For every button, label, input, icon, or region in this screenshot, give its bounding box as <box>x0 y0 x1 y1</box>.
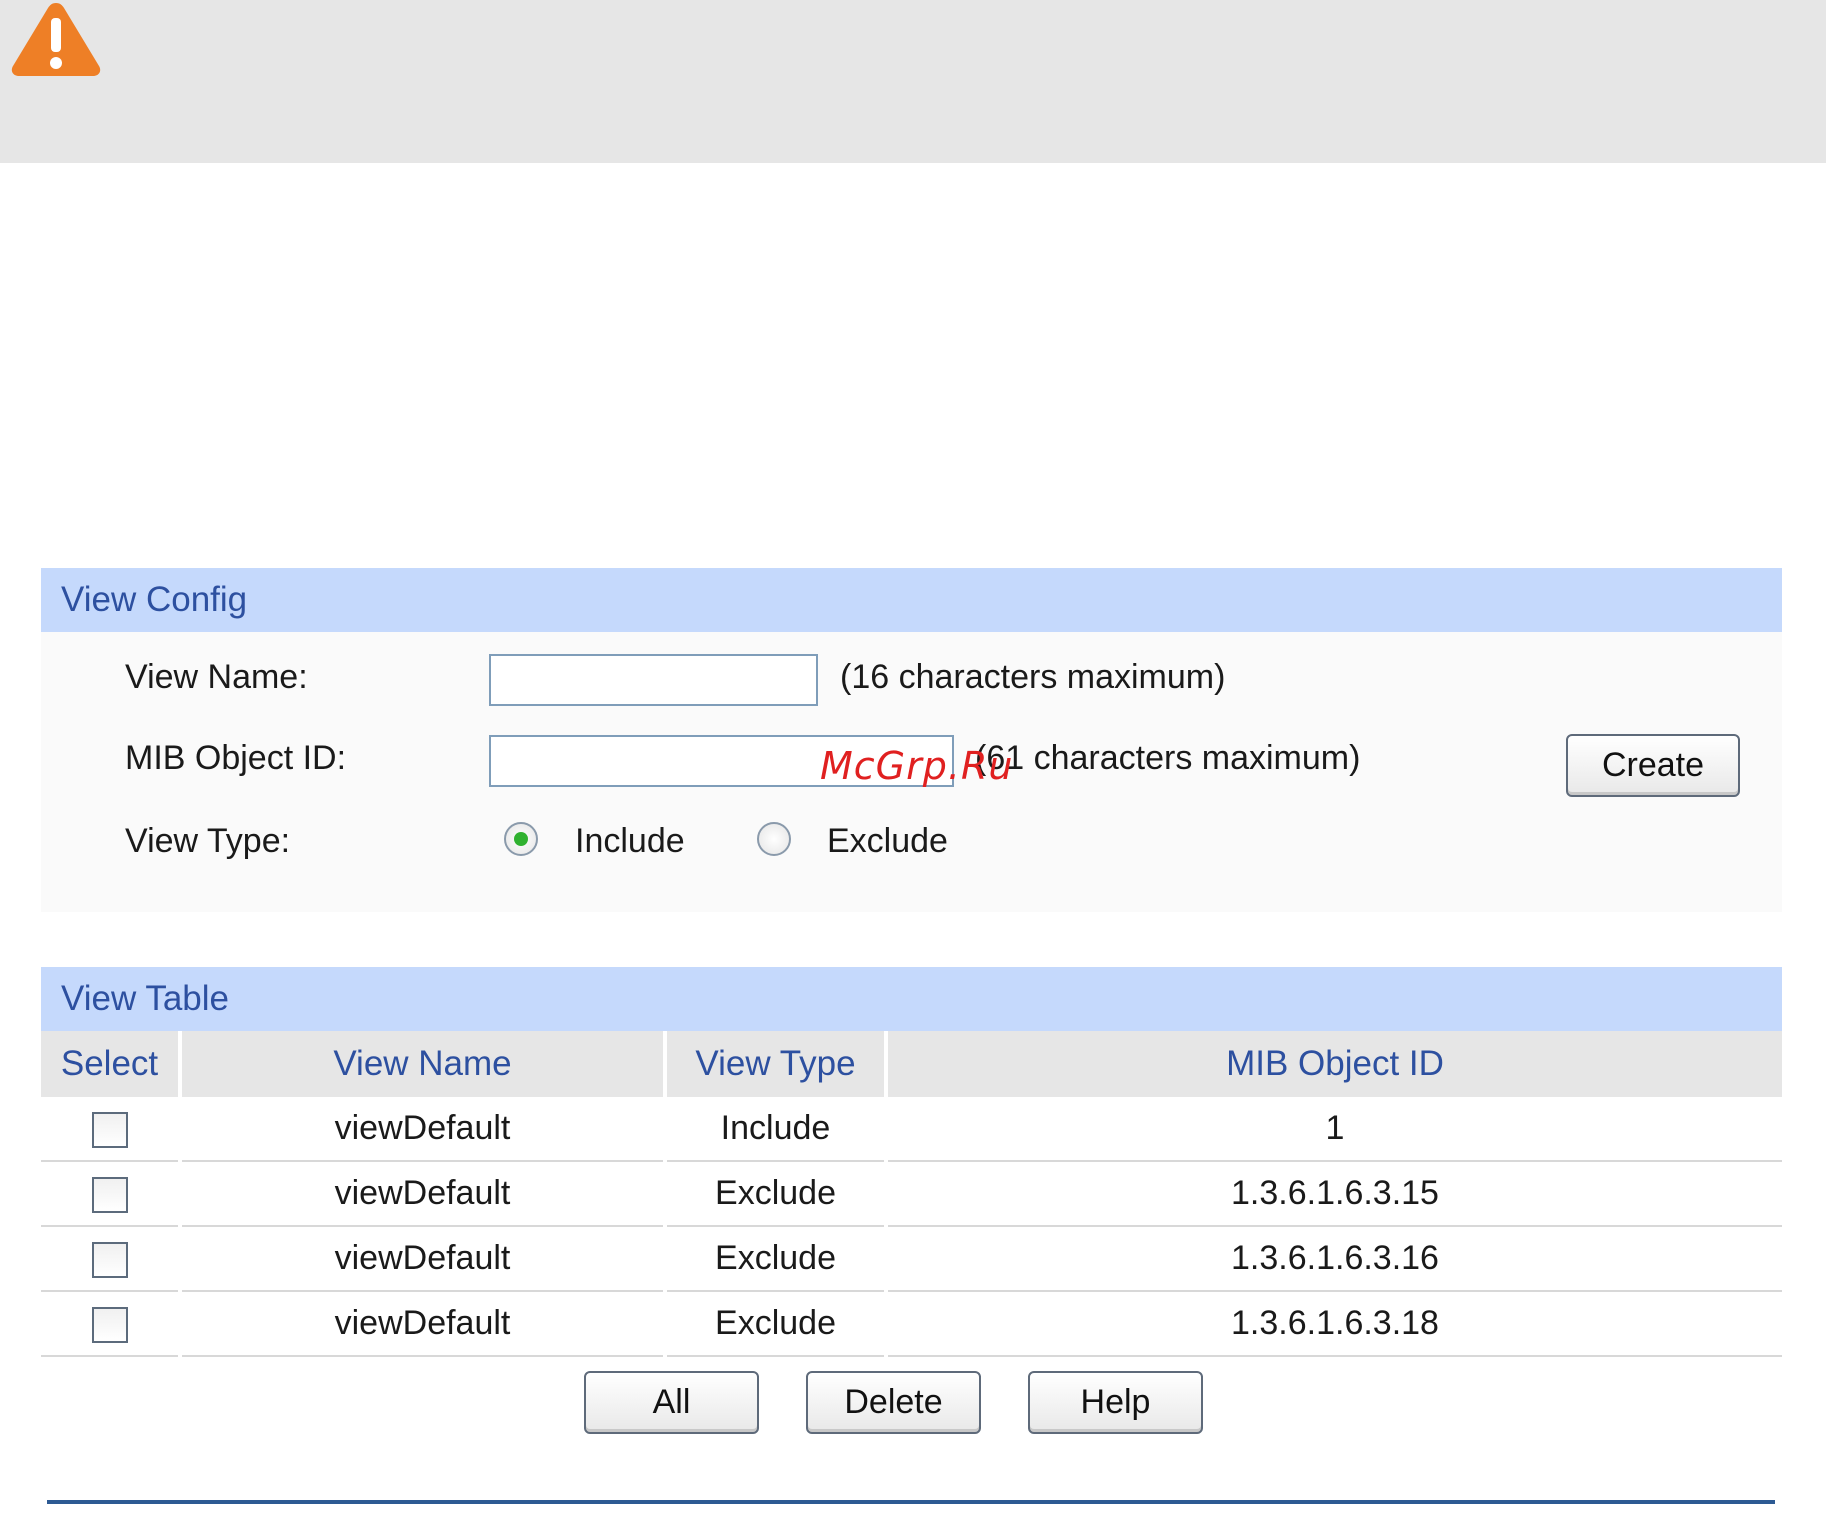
row-checkbox[interactable] <box>91 1307 128 1343</box>
view-name-cell: viewDefault <box>180 1097 667 1162</box>
exclude-radio[interactable] <box>757 822 791 856</box>
view-type-cell: Exclude <box>665 1226 888 1292</box>
select-cell <box>41 1226 182 1292</box>
include-radio[interactable] <box>504 822 538 856</box>
select-cell <box>41 1097 182 1162</box>
table-header-row: Select View Name View Type MIB Object ID <box>41 1031 1782 1097</box>
view-type-cell: Include <box>665 1097 888 1162</box>
column-header-view-name: View Name <box>180 1031 667 1097</box>
mib-object-id-label: MIB Object ID: <box>125 739 347 777</box>
warning-banner <box>0 0 1826 163</box>
create-button[interactable]: Create <box>1566 734 1740 797</box>
table-row: viewDefault Exclude 1.3.6.1.6.3.16 <box>41 1226 1782 1292</box>
view-type-label: View Type: <box>125 822 291 860</box>
select-cell <box>41 1161 182 1227</box>
view-name-cell: viewDefault <box>180 1226 667 1292</box>
all-button[interactable]: All <box>584 1371 759 1434</box>
view-table: Select View Name View Type MIB Object ID… <box>41 1031 1782 1357</box>
warning-triangle-icon <box>11 3 101 76</box>
column-header-mib-object-id: MIB Object ID <box>886 1031 1782 1097</box>
view-name-hint: (16 characters maximum) <box>840 658 1226 696</box>
view-config-header: View Config <box>41 568 1782 632</box>
row-checkbox[interactable] <box>91 1177 128 1213</box>
select-cell <box>41 1291 182 1357</box>
mib-object-id-hint: (61 characters maximum) <box>975 739 1361 777</box>
exclude-radio-label: Exclude <box>827 822 948 860</box>
mib-object-id-cell: 1.3.6.1.6.3.18 <box>886 1291 1782 1357</box>
table-row: viewDefault Include 1 <box>41 1097 1782 1162</box>
view-type-cell: Exclude <box>665 1161 888 1227</box>
page: View Config View Name: (16 characters ma… <box>0 0 1826 1531</box>
view-name-cell: viewDefault <box>180 1291 667 1357</box>
row-checkbox[interactable] <box>91 1242 128 1278</box>
mib-object-id-cell: 1.3.6.1.6.3.16 <box>886 1226 1782 1292</box>
table-row: viewDefault Exclude 1.3.6.1.6.3.18 <box>41 1291 1782 1357</box>
row-checkbox[interactable] <box>91 1112 128 1148</box>
column-header-select: Select <box>41 1031 182 1097</box>
mib-object-id-cell: 1 <box>886 1097 1782 1162</box>
view-name-cell: viewDefault <box>180 1161 667 1227</box>
mib-object-id-cell: 1.3.6.1.6.3.15 <box>886 1161 1782 1227</box>
view-type-cell: Exclude <box>665 1291 888 1357</box>
include-radio-label: Include <box>575 822 685 860</box>
column-header-view-type: View Type <box>665 1031 888 1097</box>
watermark: McGrp.Ru <box>820 744 1014 788</box>
view-name-input[interactable] <box>489 654 818 706</box>
view-name-label: View Name: <box>125 658 308 696</box>
table-row: viewDefault Exclude 1.3.6.1.6.3.15 <box>41 1161 1782 1227</box>
delete-button[interactable]: Delete <box>806 1371 981 1434</box>
bottom-divider <box>47 1500 1775 1504</box>
help-button[interactable]: Help <box>1028 1371 1203 1434</box>
view-table-header: View Table <box>41 967 1782 1031</box>
